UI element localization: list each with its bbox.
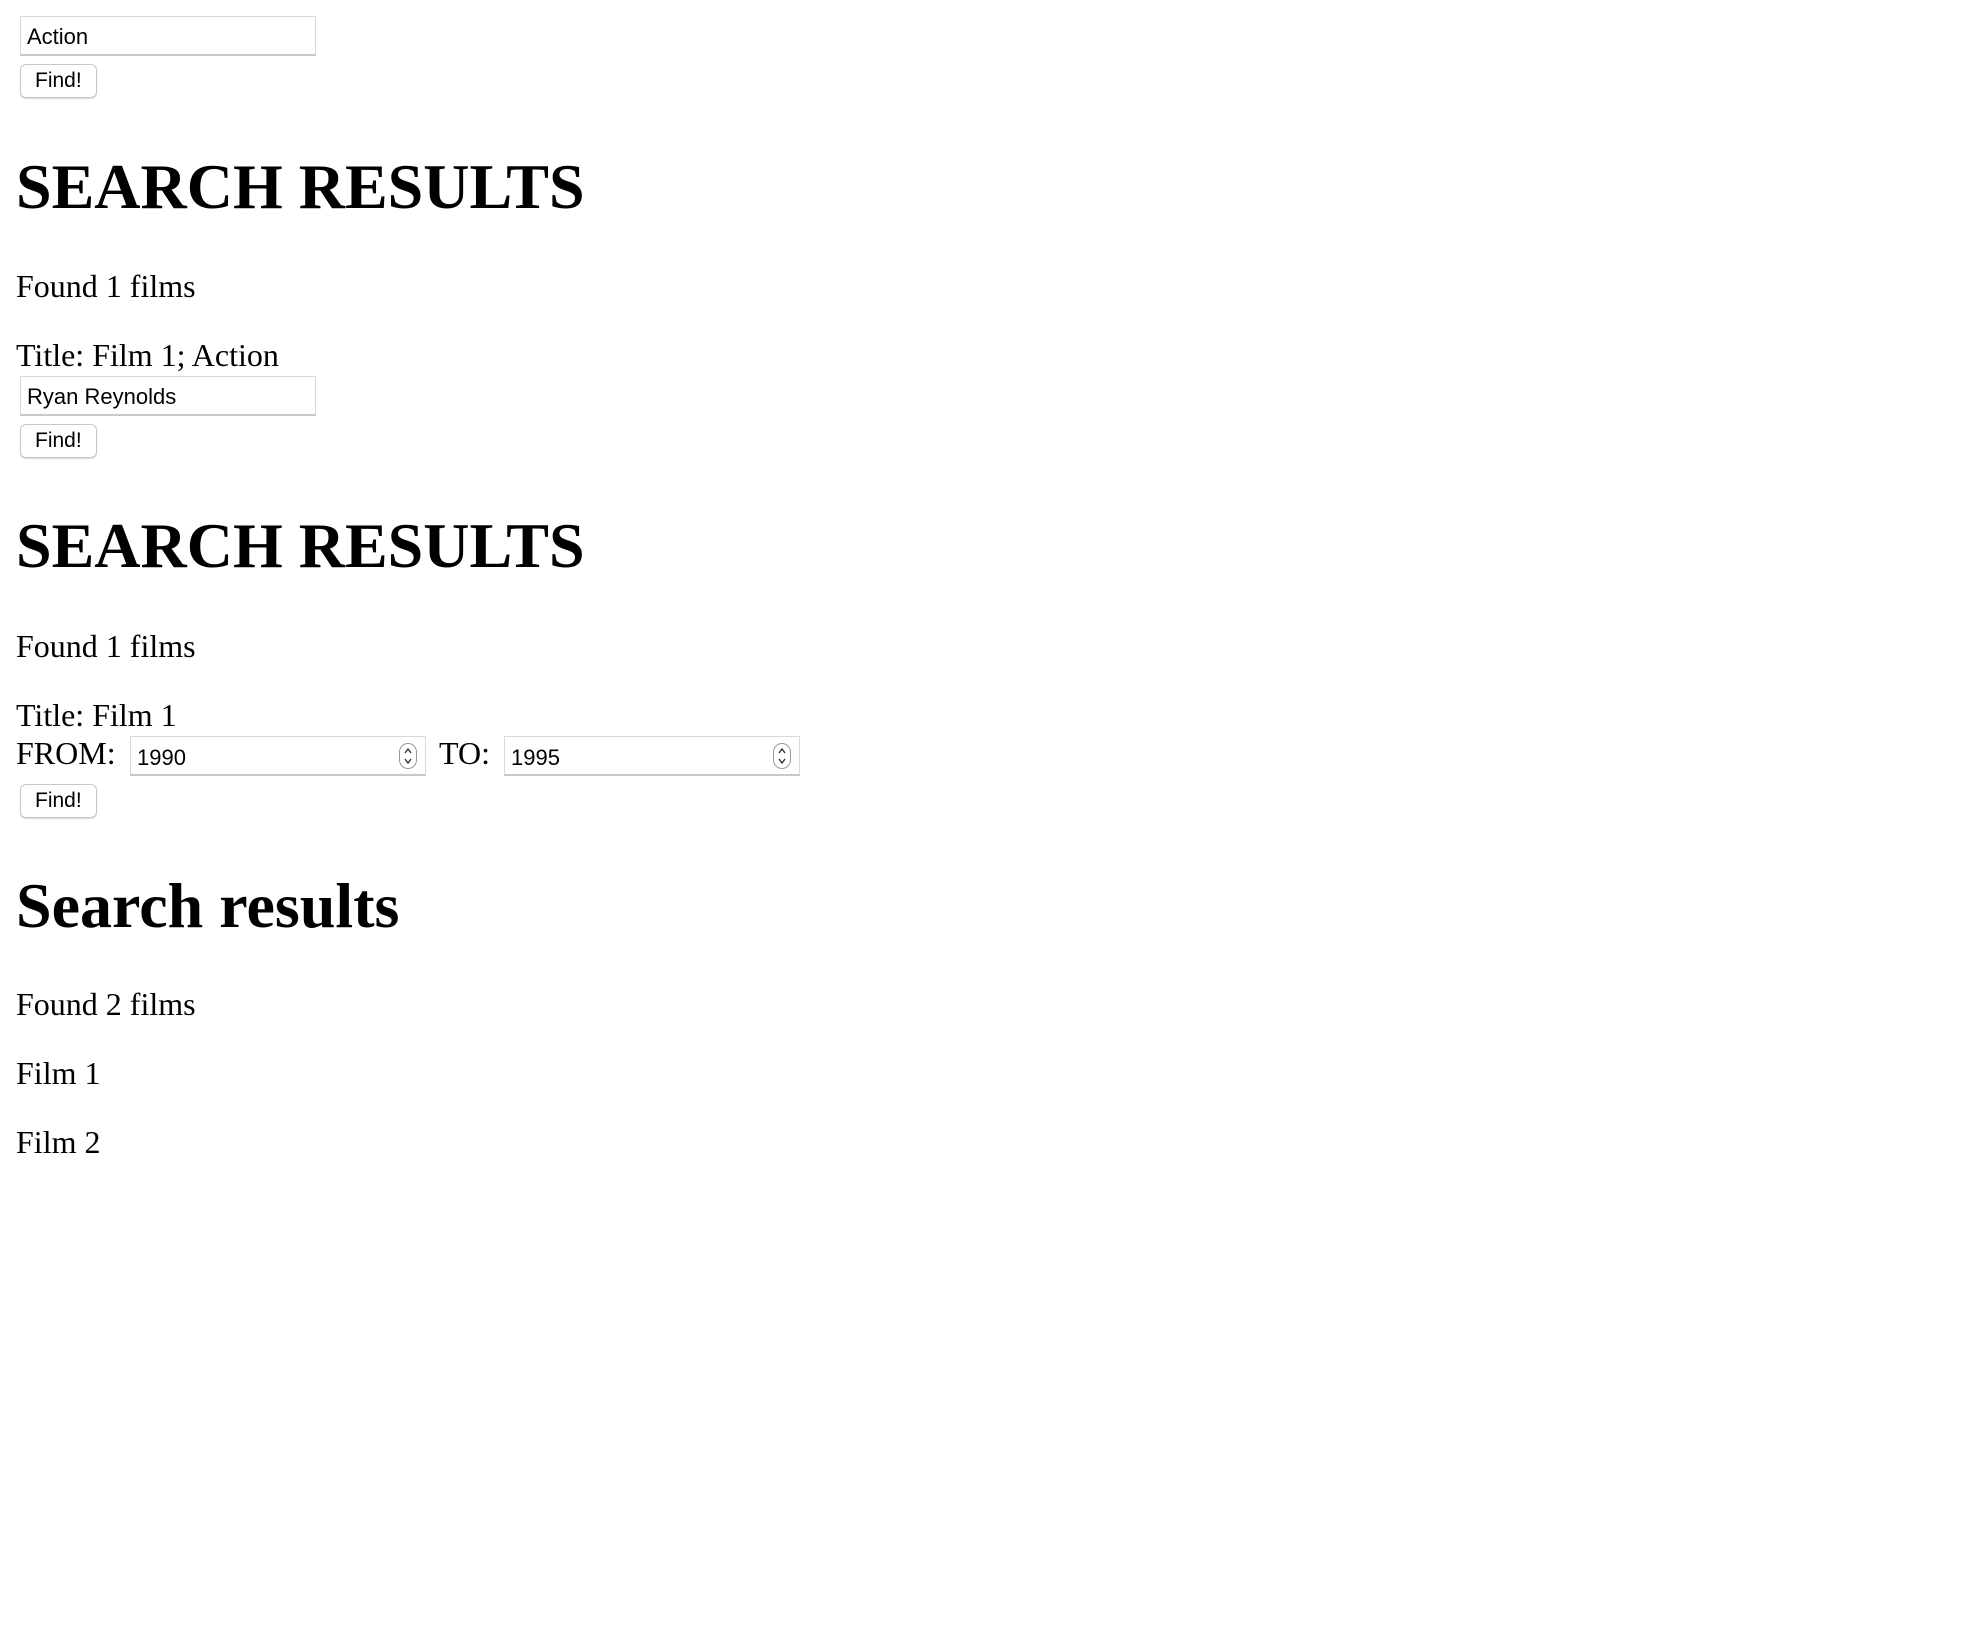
genre-find-button[interactable]: Find! — [20, 64, 97, 98]
year-results-heading: Search results — [16, 870, 400, 941]
actor-search-input[interactable] — [20, 376, 316, 416]
genre-result-item: Title: Film 1; Action — [16, 337, 279, 373]
to-year-input[interactable] — [505, 737, 765, 775]
year-result-item: Film 2 — [16, 1124, 101, 1160]
chevron-down-icon[interactable] — [777, 756, 787, 766]
actor-results-count: Found 1 films — [16, 628, 196, 664]
from-year-field[interactable] — [130, 736, 426, 776]
from-label: FROM: — [16, 735, 116, 771]
to-year-field[interactable] — [504, 736, 800, 776]
actor-results-heading: SEARCH RESULTS — [16, 510, 585, 581]
actor-result-item: Title: Film 1 — [16, 697, 177, 733]
genre-results-heading: SEARCH RESULTS — [16, 151, 585, 222]
year-results-count: Found 2 films — [16, 986, 196, 1022]
from-year-input[interactable] — [131, 737, 391, 775]
chevron-down-icon[interactable] — [403, 756, 413, 766]
chevron-up-icon[interactable] — [403, 746, 413, 756]
year-result-item: Film 1 — [16, 1055, 101, 1091]
genre-results-count: Found 1 films — [16, 268, 196, 304]
chevron-up-icon[interactable] — [777, 746, 787, 756]
year-find-button[interactable]: Find! — [20, 784, 97, 818]
to-year-stepper[interactable] — [773, 743, 791, 769]
from-year-stepper[interactable] — [399, 743, 417, 769]
actor-find-button[interactable]: Find! — [20, 424, 97, 458]
to-label: TO: — [439, 735, 490, 771]
genre-search-input[interactable] — [20, 16, 316, 56]
